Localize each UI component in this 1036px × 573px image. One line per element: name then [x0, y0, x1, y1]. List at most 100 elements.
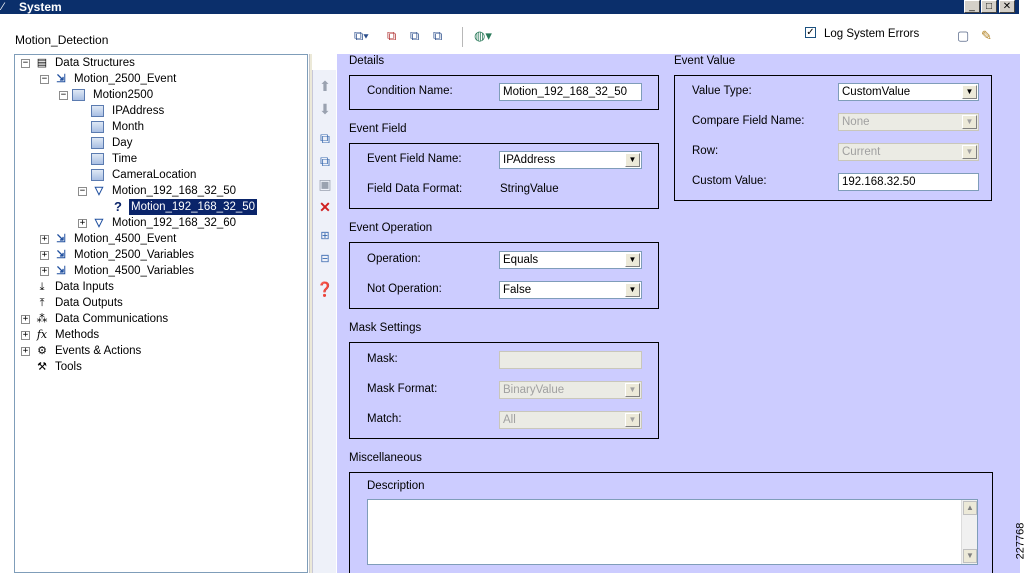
events-actions-icon: ⚙ — [37, 345, 47, 357]
description-textarea[interactable]: ▲ ▼ — [367, 499, 978, 565]
event-operation-group: Operation: Equals ▼ Not Operation: False… — [349, 242, 659, 309]
expand-icon[interactable]: + — [78, 219, 87, 228]
delete-item-icon[interactable]: ⧉ — [387, 27, 396, 45]
title-bar: ⁄ System _ □ ✕ — [0, 0, 1019, 14]
value-type-select[interactable]: CustomValue ▼ — [838, 83, 979, 101]
field-icon — [91, 105, 104, 117]
event-value-group: Value Type: CustomValue ▼ Compare Field … — [674, 75, 992, 201]
details-group: Condition Name: Motion_192_168_32_50 — [349, 75, 659, 110]
chevron-down-icon[interactable]: ▼ — [625, 253, 640, 267]
details-title: Details — [349, 55, 385, 67]
scroll-down-icon[interactable]: ▼ — [963, 549, 977, 563]
event-field-name-value: IPAddress — [503, 154, 556, 166]
mask-label: Mask: — [367, 353, 398, 365]
field-data-format-value: StringValue — [500, 183, 559, 195]
row-select[interactable]: Current ▼ — [838, 143, 979, 161]
collapse-icon[interactable]: − — [21, 59, 30, 68]
field-data-format-label: Field Data Format: — [367, 183, 463, 195]
chevron-down-icon[interactable]: ▼ — [625, 283, 640, 297]
help-icon[interactable]: ❓ — [316, 281, 334, 297]
event-operation-title: Event Operation — [349, 222, 433, 234]
event-icon: ⇲ — [56, 249, 66, 261]
description-scrollbar[interactable]: ▲ ▼ — [961, 500, 977, 564]
toolbar-separator — [462, 27, 463, 47]
mask-format-value: BinaryValue — [503, 384, 565, 396]
expand-icon[interactable]: + — [40, 251, 49, 260]
condition-icon: ▽ — [94, 217, 104, 229]
condition-name-input[interactable]: Motion_192_168_32_50 — [499, 83, 642, 101]
app-icon: ⁄ — [2, 1, 4, 13]
insert-icon[interactable]: ⧉ — [316, 130, 334, 146]
question-icon: ? — [114, 199, 122, 214]
paste-item-icon[interactable]: ⧉ — [433, 27, 442, 45]
value-type-label: Value Type: — [692, 85, 752, 97]
chevron-down-icon[interactable]: ▼ — [962, 85, 977, 99]
data-inputs-icon: ⤓ — [39, 281, 45, 293]
add-dropdown-icon[interactable]: ⧉▾ — [354, 27, 369, 45]
expand-icon[interactable]: + — [40, 235, 49, 244]
minimize-button[interactable]: _ — [964, 0, 980, 13]
collapse-icon[interactable]: − — [40, 75, 49, 84]
chevron-down-icon[interactable]: ▼ — [625, 153, 640, 167]
methods-icon: fx — [36, 328, 48, 341]
expand-icon[interactable]: + — [21, 347, 30, 356]
maximize-button[interactable]: □ — [981, 0, 997, 13]
miscellaneous-group: Description ▲ ▼ — [349, 472, 993, 573]
custom-value-input[interactable]: 192.168.32.50 — [838, 173, 979, 191]
collapse-all-icon[interactable]: ⊟ — [316, 251, 334, 267]
chevron-down-icon[interactable]: ▼ — [962, 115, 977, 129]
mask-settings-title: Mask Settings — [349, 322, 422, 334]
condition-name-label: Condition Name: — [367, 85, 453, 97]
not-operation-label: Not Operation: — [367, 283, 442, 295]
collapse-icon[interactable]: − — [78, 187, 87, 196]
event-field-title: Event Field — [349, 123, 407, 135]
duplicate-icon[interactable]: ⧉ — [316, 153, 334, 169]
data-outputs-icon: ⤒ — [39, 297, 45, 309]
collapse-icon[interactable]: − — [59, 91, 68, 100]
chevron-down-icon[interactable]: ▼ — [962, 145, 977, 159]
edit-notes-icon[interactable]: ✎ — [981, 27, 992, 45]
compare-field-name-select[interactable]: None ▼ — [838, 113, 979, 131]
delete-icon[interactable]: ✕ — [316, 199, 334, 215]
window-title: System — [19, 0, 62, 14]
close-button[interactable]: ✕ — [999, 0, 1015, 13]
row-label: Row: — [692, 145, 719, 157]
structures-icon: ▤ — [36, 57, 48, 69]
event-field-group: Event Field Name: IPAddress ▼ Field Data… — [349, 143, 659, 209]
expand-all-icon[interactable]: ⊞ — [316, 228, 334, 244]
mask-input[interactable] — [499, 351, 642, 369]
operation-label: Operation: — [367, 253, 421, 265]
mask-format-label: Mask Format: — [367, 383, 438, 395]
mask-settings-group: Mask: Mask Format: BinaryValue ▼ Match: … — [349, 342, 659, 439]
print-preview-icon[interactable]: ▢ — [957, 27, 969, 45]
field-icon — [91, 169, 104, 181]
side-toolbar: ⬆ ⬇ ⧉ ⧉ ▣ ✕ ⊞ ⊟ ❓ — [312, 70, 336, 573]
expand-icon[interactable]: + — [40, 267, 49, 276]
expand-icon[interactable]: + — [21, 331, 30, 340]
paste-icon[interactable]: ▣ — [316, 176, 334, 192]
row-value: Current — [842, 146, 881, 158]
event-field-name-select[interactable]: IPAddress ▼ — [499, 151, 642, 169]
properties-panel: Details Condition Name: Motion_192_168_3… — [337, 54, 1020, 573]
copy-item-icon[interactable]: ⧉ — [410, 27, 419, 45]
globe-dropdown-icon[interactable]: ◍▾ — [474, 27, 492, 45]
field-icon — [91, 121, 104, 133]
expand-icon[interactable]: + — [21, 315, 30, 324]
operation-select[interactable]: Equals ▼ — [499, 251, 642, 269]
move-down-icon[interactable]: ⬇ — [316, 101, 334, 117]
custom-value-label: Custom Value: — [692, 175, 767, 187]
move-up-icon[interactable]: ⬆ — [316, 78, 334, 94]
not-operation-select[interactable]: False ▼ — [499, 281, 642, 299]
match-select[interactable]: All ▼ — [499, 411, 642, 429]
mask-format-select[interactable]: BinaryValue ▼ — [499, 381, 642, 399]
scroll-up-icon[interactable]: ▲ — [963, 501, 977, 515]
not-operation-value: False — [503, 284, 532, 296]
chevron-down-icon[interactable]: ▼ — [625, 383, 640, 397]
figure-id-text: 227768 — [1014, 522, 1027, 560]
log-system-errors-checkbox[interactable]: ✓ — [805, 27, 816, 38]
figure-id: 227768 — [1014, 515, 1036, 573]
chevron-down-icon[interactable]: ▼ — [625, 413, 640, 427]
value-type-value: CustomValue — [842, 86, 911, 98]
structure-tree[interactable]: − ▤ Data Structures − ⇲ Motion_2500_Even… — [14, 54, 308, 573]
table-icon — [72, 89, 85, 101]
